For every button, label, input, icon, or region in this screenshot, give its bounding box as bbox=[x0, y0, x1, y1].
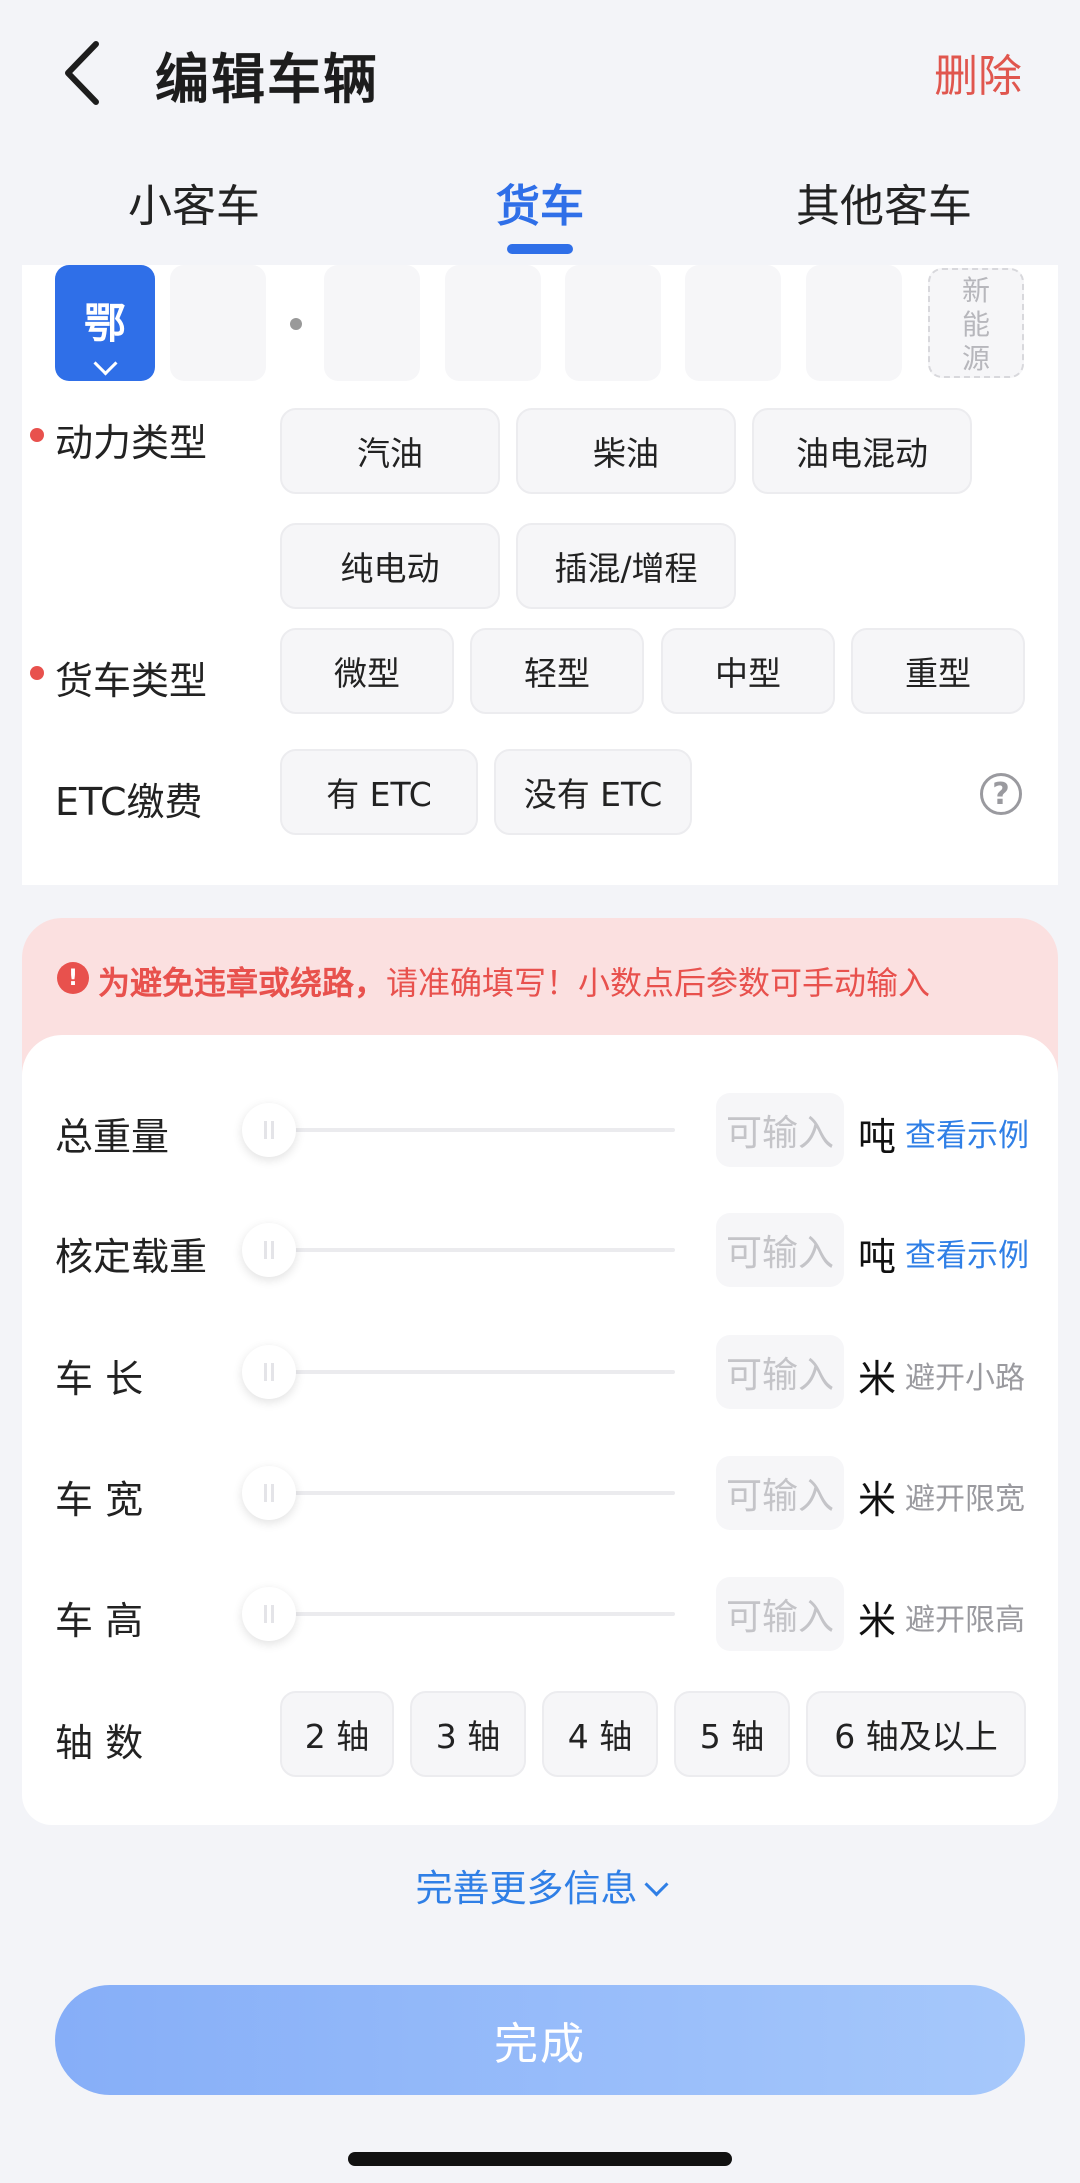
param-slider-track[interactable] bbox=[255, 1128, 675, 1132]
chevron-down-icon bbox=[92, 351, 118, 376]
param-slider-track[interactable] bbox=[255, 1370, 675, 1374]
new-energy-label: 新能源 bbox=[961, 274, 990, 375]
param-label: 车 宽 bbox=[55, 1478, 144, 1522]
param-slider-track[interactable] bbox=[255, 1612, 675, 1616]
warning-icon: ! bbox=[57, 962, 89, 994]
power-option-plugin-hybrid[interactable]: 插混/增程 bbox=[516, 523, 736, 609]
param-value-input[interactable]: 可输入 bbox=[716, 1093, 844, 1167]
plate-char-input[interactable] bbox=[685, 265, 781, 381]
page-title: 编辑车辆 bbox=[155, 48, 379, 111]
required-dot bbox=[30, 666, 44, 680]
plate-char-input[interactable] bbox=[170, 265, 266, 381]
power-option-diesel[interactable]: 柴油 bbox=[516, 408, 736, 494]
plate-separator-dot bbox=[290, 318, 302, 330]
plate-province-label: 鄂 bbox=[83, 299, 126, 348]
param-value-input[interactable]: 可输入 bbox=[716, 1213, 844, 1287]
param-label: 核定载重 bbox=[55, 1235, 208, 1279]
param-unit: 吨 bbox=[858, 1235, 897, 1279]
param-slider-track[interactable] bbox=[255, 1248, 675, 1252]
param-value-input[interactable]: 可输入 bbox=[716, 1577, 844, 1651]
etc-label: ETC缴费 bbox=[55, 780, 203, 824]
etc-option-yes[interactable]: 有 ETC bbox=[280, 749, 478, 835]
param-slider-track[interactable] bbox=[255, 1491, 675, 1495]
param-hint: 避开小路 bbox=[905, 1361, 1025, 1396]
warning-text-strong: 为避免违章或绕路， bbox=[98, 964, 387, 1002]
plate-province-selector[interactable]: 鄂 bbox=[55, 265, 155, 381]
param-slider-thumb[interactable] bbox=[242, 1466, 296, 1520]
view-example-link[interactable]: 查看示例 bbox=[905, 1110, 1029, 1155]
power-option-hybrid[interactable]: 油电混动 bbox=[752, 408, 972, 494]
tab-small-car[interactable]: 小客车 bbox=[128, 170, 260, 234]
param-value-input[interactable]: 可输入 bbox=[716, 1335, 844, 1409]
truck-type-label: 货车类型 bbox=[55, 659, 208, 703]
param-unit: 米 bbox=[858, 1599, 897, 1643]
warning-text-rest: 请准确填写！小数点后参数可手动输入 bbox=[386, 964, 931, 1002]
truck-option-medium[interactable]: 中型 bbox=[661, 628, 835, 714]
param-label: 车 高 bbox=[55, 1599, 144, 1643]
active-tab-indicator bbox=[507, 244, 573, 254]
axle-option-6plus[interactable]: 6 轴及以上 bbox=[806, 1691, 1026, 1777]
axles-label: 轴 数 bbox=[55, 1721, 144, 1765]
plate-char-input[interactable] bbox=[806, 265, 902, 381]
etc-option-no[interactable]: 没有 ETC bbox=[494, 749, 692, 835]
param-slider-thumb[interactable] bbox=[242, 1223, 296, 1277]
axle-option-3[interactable]: 3 轴 bbox=[410, 1691, 526, 1777]
more-info-toggle[interactable]: 完善更多信息 bbox=[0, 1858, 1080, 1912]
required-dot bbox=[30, 428, 44, 442]
param-value-input[interactable]: 可输入 bbox=[716, 1456, 844, 1530]
param-slider-thumb[interactable] bbox=[242, 1587, 296, 1641]
param-hint: 避开限宽 bbox=[905, 1482, 1025, 1517]
axle-option-2[interactable]: 2 轴 bbox=[280, 1691, 394, 1777]
tab-truck[interactable]: 货车 bbox=[496, 170, 584, 234]
truck-option-light[interactable]: 轻型 bbox=[470, 628, 644, 714]
param-unit: 米 bbox=[858, 1357, 897, 1401]
param-slider-thumb[interactable] bbox=[242, 1345, 296, 1399]
view-example-link[interactable]: 查看示例 bbox=[905, 1230, 1029, 1275]
axle-option-4[interactable]: 4 轴 bbox=[542, 1691, 658, 1777]
delete-button[interactable]: 删除 bbox=[934, 40, 1022, 104]
more-info-label: 完善更多信息 bbox=[415, 1867, 638, 1910]
power-option-electric[interactable]: 纯电动 bbox=[280, 523, 500, 609]
truck-option-heavy[interactable]: 重型 bbox=[851, 628, 1025, 714]
truck-option-mini[interactable]: 微型 bbox=[280, 628, 454, 714]
back-arrow-icon[interactable] bbox=[58, 38, 108, 108]
power-option-gasoline[interactable]: 汽油 bbox=[280, 408, 500, 494]
warning-text: 为避免违章或绕路，请准确填写！小数点后参数可手动输入 bbox=[98, 958, 930, 1004]
param-unit: 吨 bbox=[858, 1115, 897, 1159]
home-indicator bbox=[348, 2152, 732, 2166]
done-button[interactable]: 完成 bbox=[55, 1985, 1025, 2095]
plate-char-input[interactable] bbox=[565, 265, 661, 381]
power-type-label: 动力类型 bbox=[55, 421, 208, 465]
chevron-down-icon bbox=[643, 1872, 669, 1897]
tab-other-bus[interactable]: 其他客车 bbox=[796, 170, 972, 234]
plate-char-input[interactable] bbox=[324, 265, 420, 381]
help-icon[interactable]: ? bbox=[980, 773, 1022, 815]
param-hint: 避开限高 bbox=[905, 1603, 1025, 1638]
plate-new-energy-input[interactable]: 新能源 bbox=[928, 268, 1024, 378]
param-unit: 米 bbox=[858, 1478, 897, 1522]
param-label: 总重量 bbox=[55, 1115, 170, 1159]
param-label: 车 长 bbox=[55, 1357, 144, 1401]
param-slider-thumb[interactable] bbox=[242, 1103, 296, 1157]
plate-char-input[interactable] bbox=[445, 265, 541, 381]
axle-option-5[interactable]: 5 轴 bbox=[674, 1691, 790, 1777]
